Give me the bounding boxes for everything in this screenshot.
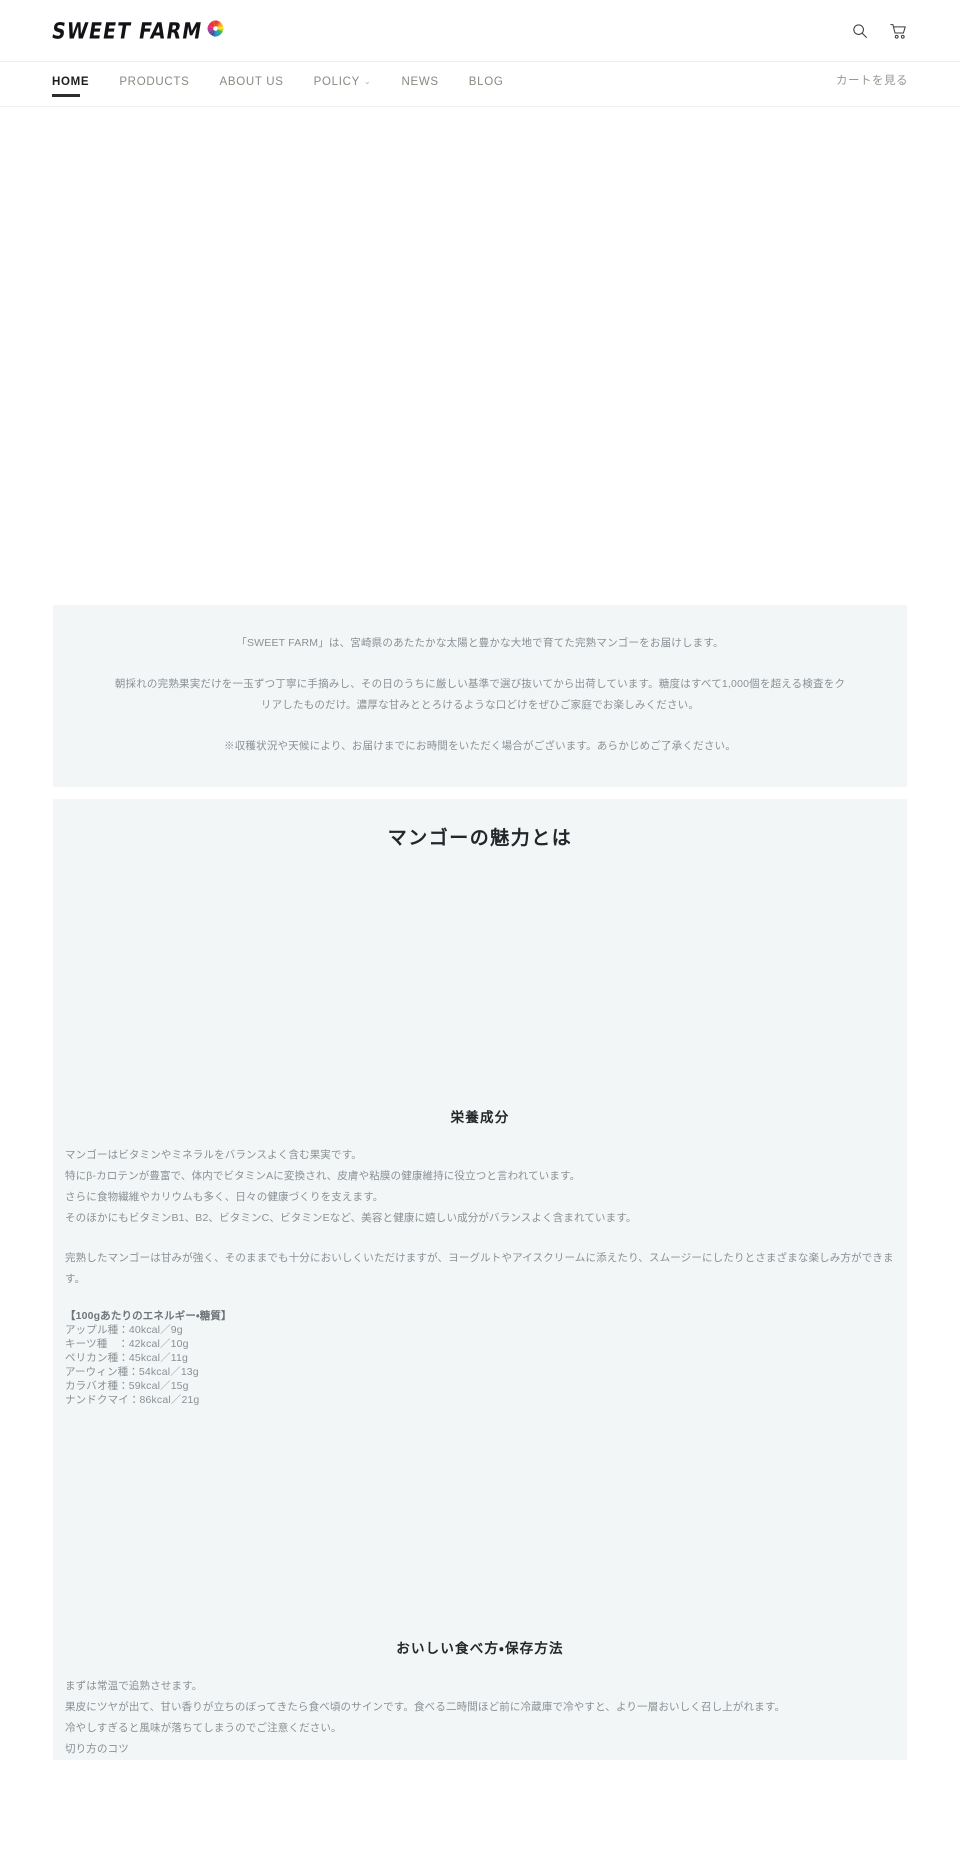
- nav-list: HOME PRODUCTS ABOUT US POLICY ⌄ NEWS BLOG: [52, 62, 534, 97]
- nutrition-row-text: ペリカン種：45kcal／11g: [65, 1351, 188, 1364]
- nav-link-news[interactable]: NEWS: [401, 76, 438, 88]
- howto-paragraph-3: 冷やしすぎると風味が落ちてしまうのでご注意ください。: [65, 1722, 342, 1734]
- nav-item-policy[interactable]: POLICY ⌄: [314, 72, 372, 90]
- nav-link-policy[interactable]: POLICY ⌄: [314, 76, 372, 88]
- howto-body: まずは常温で追熟させます。 果皮にツヤが出て、甘い香りが立ちのぼってきたら食べ頃…: [53, 1676, 907, 1760]
- nav-link-blog[interactable]: BLOG: [469, 76, 504, 88]
- panel-divider: [0, 787, 960, 800]
- nutrition-table: 【100gあたりのエネルギー・糖質】 アップル種：40kcal／9g キーツ種 …: [65, 1309, 895, 1407]
- nutrition-row: キーツ種 ：42kcal／10g: [65, 1337, 895, 1351]
- intro-panel: 「SWEET FARM」は、宮崎県のあたたかな太陽と豊かな大地で育てた完熟マンゴ…: [53, 605, 907, 788]
- main-navigation: HOME PRODUCTS ABOUT US POLICY ⌄ NEWS BLOG…: [0, 62, 960, 107]
- nav-item-products[interactable]: PRODUCTS: [119, 72, 189, 90]
- chevron-down-icon: ⌄: [364, 77, 372, 87]
- nutrition-paragraph-1: マンゴーはビタミンやミネラルをバランスよく含む果実です。: [65, 1148, 362, 1161]
- nav-cart-link[interactable]: カートを見る: [836, 62, 908, 88]
- nutrition-paragraph-4: そのほかにもビタミンB1、B2、ビタミンC、ビタミンEなど、美容と健康に嬉しい成…: [65, 1211, 637, 1224]
- nav-link-home[interactable]: HOME: [52, 76, 89, 88]
- rainbow-sunburst-icon: [207, 20, 224, 37]
- nav-item-home[interactable]: HOME: [52, 72, 89, 97]
- nav-link-products[interactable]: PRODUCTS: [119, 76, 189, 88]
- logo-wordmark: SWEET FARM: [50, 17, 205, 44]
- nutrition-row: アーウィン種：54kcal／13g: [65, 1365, 895, 1379]
- howto-paragraph-2: 果皮にツヤが出て、甘い香りが立ちのぼってきたら食べ頃のサインです。食べる二時間ほ…: [65, 1701, 786, 1713]
- content-image-2: [53, 1407, 907, 1637]
- nav-item-about-us[interactable]: ABOUT US: [219, 72, 283, 90]
- nav-item-news[interactable]: NEWS: [401, 72, 438, 90]
- subsection-title-howto: おいしい食べ方・保存方法: [396, 1641, 564, 1656]
- nutrition-body: マンゴーはビタミンやミネラルをバランスよく含む果実です。 特にβ-カロテンが豊富…: [53, 1145, 907, 1407]
- nutrition-row: アップル種：40kcal／9g: [65, 1323, 895, 1337]
- nutrition-paragraph-3: さらに食物繊維やカリウムも多く、日々の健康づくりを支えます。: [65, 1190, 384, 1203]
- nav-link-about-us[interactable]: ABOUT US: [219, 76, 283, 88]
- howto-paragraph-1: まずは常温で追熟させます。: [65, 1680, 203, 1692]
- nutrition-row-text: ナンドクマイ：86kcal／21g: [65, 1393, 200, 1406]
- nav-inner: HOME PRODUCTS ABOUT US POLICY ⌄ NEWS BLOG…: [0, 62, 960, 107]
- nutrition-paragraph-2: 特にβ-カロテンが豊富で、体内でビタミンAに変換され、皮膚や粘膜の健康維持に役立…: [65, 1169, 581, 1182]
- section-title: マンゴーの魅力とは: [387, 828, 573, 850]
- search-icon[interactable]: [852, 23, 868, 39]
- intro-paragraph-2: 朝採れの完熟果実だけを一玉ずつ丁寧に手摘みし、その日のうちに厳しい基準で選び抜い…: [114, 677, 846, 712]
- nutrition-row-text: アーウィン種：54kcal／13g: [65, 1365, 199, 1378]
- nav-active-underline: [52, 94, 80, 97]
- content-panel: マンゴーの魅力とは 栄養成分 マンゴーはビタミンやミネラルをバランスよく含む果実…: [53, 799, 907, 1760]
- nutrition-row: ナンドクマイ：86kcal／21g: [65, 1393, 895, 1407]
- intro-paragraph-1: 「SWEET FARM」は、宮崎県のあたたかな太陽と豊かな大地で育てた完熟マンゴ…: [236, 637, 724, 649]
- nav-link-policy-label: POLICY: [313, 76, 361, 88]
- hero-banner: [0, 107, 960, 605]
- subsection-title-nutrition: 栄養成分: [450, 1109, 510, 1125]
- nutrition-paragraph-5: 完熟したマンゴーは甘みが強く、そのままでも十分においしくいただけますが、ヨーグル…: [65, 1251, 894, 1285]
- content-image-1: [53, 853, 907, 1106]
- nutrition-row: ペリカン種：45kcal／11g: [65, 1351, 895, 1365]
- nutrition-row-text: カラバオ種：59kcal／15g: [65, 1379, 189, 1392]
- nutrition-table-heading: 【100gあたりのエネルギー・糖質】: [65, 1309, 232, 1322]
- cart-icon[interactable]: [890, 23, 908, 40]
- intro-paragraph-3: ※収穫状況や天候により、お届けまでにお時間をいただく場合がございます。あらかじめ…: [224, 739, 736, 752]
- nutrition-row-text: キーツ種 ：42kcal／10g: [65, 1337, 189, 1350]
- nutrition-row: カラバオ種：59kcal／15g: [65, 1379, 895, 1393]
- header-icons: [852, 23, 908, 40]
- header-inner: SWEET FARM: [0, 0, 960, 62]
- site-header: SWEET FARM: [0, 0, 960, 62]
- site-logo[interactable]: SWEET FARM: [50, 17, 224, 44]
- howto-paragraph-4: 切り方のコツ: [65, 1743, 129, 1755]
- nav-item-blog[interactable]: BLOG: [469, 72, 504, 90]
- nutrition-row-text: アップル種：40kcal／9g: [65, 1323, 183, 1336]
